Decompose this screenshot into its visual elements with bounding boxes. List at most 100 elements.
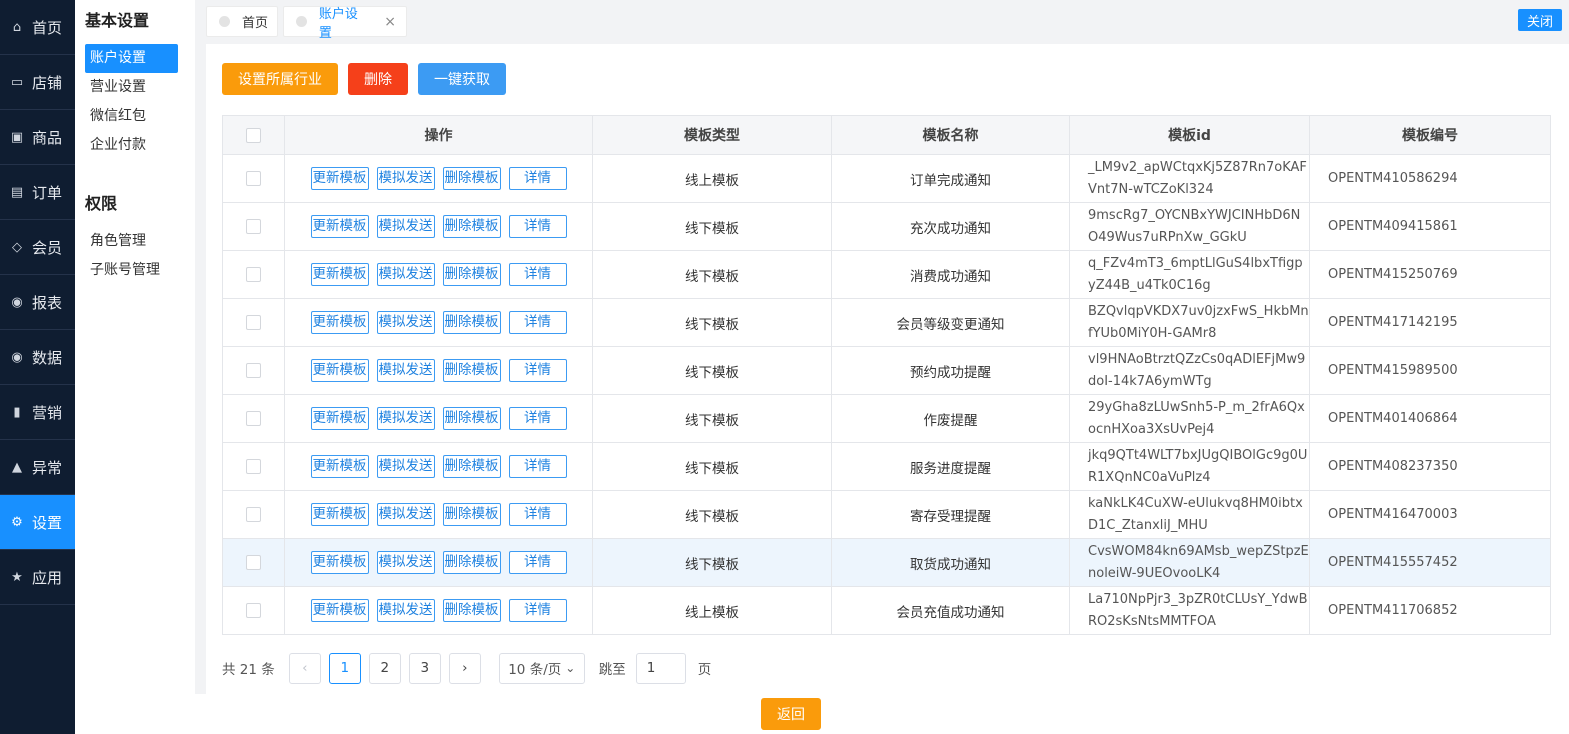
template-id-cell: q_FZv4mT3_6mptLlGuS4lbxTfigpyZ44B_u4Tk0C… <box>1069 250 1310 299</box>
update-template-button[interactable]: 更新模板 <box>310 455 369 478</box>
simulate-send-button[interactable]: 模拟发送 <box>376 263 435 286</box>
simulate-send-button[interactable]: 模拟发送 <box>376 455 435 478</box>
row-checkbox[interactable] <box>246 315 261 330</box>
detail-button[interactable]: 详情 <box>508 599 567 622</box>
row-checkbox[interactable] <box>246 363 261 378</box>
delete-template-button[interactable]: 删除模板 <box>442 455 501 478</box>
delete-button[interactable]: 删除 <box>348 63 408 95</box>
column-header-name: 模板名称 <box>831 115 1070 155</box>
detail-button[interactable]: 详情 <box>508 359 567 382</box>
update-template-button[interactable]: 更新模板 <box>310 167 369 190</box>
table-row[interactable]: 更新模板 模拟发送 删除模板 详情 线下模板 取货成功通知 CvsWOM84kn69AMsb… <box>222 538 1551 587</box>
table-row[interactable]: 更新模板 模拟发送 删除模板 详情 线下模板 作废提醒 29yGha8zLUwSnh5-P_… <box>222 394 1551 443</box>
detail-button[interactable]: 详情 <box>508 311 567 334</box>
submenu-item[interactable]: 子账号管理 <box>75 256 195 285</box>
prev-page-button[interactable]: ‹ <box>288 652 321 684</box>
simulate-send-button[interactable]: 模拟发送 <box>376 599 435 622</box>
nav-item-9[interactable]: ⚙ 设置 <box>0 495 75 550</box>
table-row[interactable]: 更新模板 模拟发送 删除模板 详情 线上模板 会员充值成功通知 La710NpPjr3_3p… <box>222 586 1551 635</box>
row-actions-cell: 更新模板 模拟发送 删除模板 详情 <box>284 154 593 203</box>
submenu-item[interactable]: 营业设置 <box>75 73 195 102</box>
nav-item-6[interactable]: ◉ 数据 <box>0 330 75 385</box>
update-template-button[interactable]: 更新模板 <box>310 215 369 238</box>
page-button[interactable]: 3 <box>408 652 441 684</box>
tab-home[interactable]: 首页 <box>206 6 278 37</box>
update-template-button[interactable]: 更新模板 <box>310 503 369 526</box>
nav-item-7[interactable]: ▮ 营销 <box>0 385 75 440</box>
table-row[interactable]: 更新模板 模拟发送 删除模板 详情 线下模板 服务进度提醒 jkq9QTt4WLT7bxJU… <box>222 442 1551 491</box>
row-checkbox[interactable] <box>246 555 261 570</box>
table-row[interactable]: 更新模板 模拟发送 删除模板 详情 线下模板 消费成功通知 q_FZv4mT3_6mptLl… <box>222 250 1551 299</box>
detail-button[interactable]: 详情 <box>508 263 567 286</box>
jump-page-input[interactable] <box>635 652 686 684</box>
detail-button[interactable]: 详情 <box>508 551 567 574</box>
fetch-all-button[interactable]: 一键获取 <box>418 63 506 95</box>
page-size-select[interactable]: 10 条/页 ⌄ <box>498 652 585 684</box>
submenu-item[interactable]: 微信红包 <box>75 102 195 131</box>
delete-template-button[interactable]: 删除模板 <box>442 407 501 430</box>
nav-item-2[interactable]: ▣ 商品 <box>0 110 75 165</box>
delete-template-button[interactable]: 删除模板 <box>442 167 501 190</box>
row-checkbox[interactable] <box>246 507 261 522</box>
close-button[interactable]: 关闭 <box>1518 9 1562 31</box>
detail-button[interactable]: 详情 <box>508 503 567 526</box>
update-template-button[interactable]: 更新模板 <box>310 551 369 574</box>
table-row[interactable]: 更新模板 模拟发送 删除模板 详情 线下模板 充次成功通知 9mscRg7_OYCNBxYW… <box>222 202 1551 251</box>
update-template-button[interactable]: 更新模板 <box>310 599 369 622</box>
next-page-button[interactable]: › <box>448 652 481 684</box>
page-button[interactable]: 1 <box>328 652 361 684</box>
delete-template-button[interactable]: 删除模板 <box>442 263 501 286</box>
row-checkbox[interactable] <box>246 267 261 282</box>
select-all-checkbox[interactable] <box>246 127 261 143</box>
delete-template-button[interactable]: 删除模板 <box>442 359 501 382</box>
nav-item-0[interactable]: ⌂ 首页 <box>0 0 75 55</box>
nav-item-10[interactable]: ★ 应用 <box>0 550 75 605</box>
submenu-item[interactable]: 角色管理 <box>75 227 195 256</box>
template-id-cell: CvsWOM84kn69AMsb_wepZStpzEnoleiW-9UEOvoo… <box>1069 538 1310 587</box>
update-template-button[interactable]: 更新模板 <box>310 311 369 334</box>
simulate-send-button[interactable]: 模拟发送 <box>376 311 435 334</box>
submenu-item[interactable]: 账户设置 <box>85 44 178 73</box>
simulate-send-button[interactable]: 模拟发送 <box>376 167 435 190</box>
page-button[interactable]: 2 <box>368 652 401 684</box>
nav-item-5[interactable]: ◉ 报表 <box>0 275 75 330</box>
simulate-send-button[interactable]: 模拟发送 <box>376 503 435 526</box>
detail-button[interactable]: 详情 <box>508 455 567 478</box>
table-row[interactable]: 更新模板 模拟发送 删除模板 详情 线上模板 订单完成通知 _LM9v2_apWCtqxKj… <box>222 154 1551 203</box>
delete-template-button[interactable]: 删除模板 <box>442 311 501 334</box>
row-checkbox[interactable] <box>246 603 261 618</box>
order-icon: ▤ <box>10 184 24 200</box>
nav-item-label: 首页 <box>32 18 63 37</box>
row-checkbox[interactable] <box>246 411 261 426</box>
update-template-button[interactable]: 更新模板 <box>310 407 369 430</box>
nav-item-4[interactable]: ◇ 会员 <box>0 220 75 275</box>
nav-item-1[interactable]: ▭ 店铺 <box>0 55 75 110</box>
simulate-send-button[interactable]: 模拟发送 <box>376 359 435 382</box>
delete-template-button[interactable]: 删除模板 <box>442 551 501 574</box>
update-template-button[interactable]: 更新模板 <box>310 359 369 382</box>
tab-account-settings[interactable]: 账户设置 × <box>283 6 407 41</box>
close-icon[interactable]: × <box>384 14 396 30</box>
nav-item-3[interactable]: ▤ 订单 <box>0 165 75 220</box>
delete-template-button[interactable]: 删除模板 <box>442 215 501 238</box>
row-checkbox[interactable] <box>246 459 261 474</box>
table-row[interactable]: 更新模板 模拟发送 删除模板 详情 线下模板 寄存受理提醒 kaNkLK4CuXW-eUlu… <box>222 490 1551 539</box>
simulate-send-button[interactable]: 模拟发送 <box>376 551 435 574</box>
delete-template-button[interactable]: 删除模板 <box>442 599 501 622</box>
submenu-item[interactable]: 企业付款 <box>75 131 195 160</box>
back-button[interactable]: 返回 <box>761 698 821 730</box>
set-industry-button[interactable]: 设置所属行业 <box>222 63 338 95</box>
row-checkbox[interactable] <box>246 219 261 234</box>
detail-button[interactable]: 详情 <box>508 167 567 190</box>
simulate-send-button[interactable]: 模拟发送 <box>376 407 435 430</box>
detail-button[interactable]: 详情 <box>508 215 567 238</box>
table-row[interactable]: 更新模板 模拟发送 删除模板 详情 线下模板 会员等级变更通知 BZQvlqpVKDX7uv… <box>222 298 1551 347</box>
table-row[interactable]: 更新模板 模拟发送 删除模板 详情 线下模板 预约成功提醒 vl9HNAoBtrztQZzC… <box>222 346 1551 395</box>
delete-template-button[interactable]: 删除模板 <box>442 503 501 526</box>
nav-item-8[interactable]: ▲ 异常 <box>0 440 75 495</box>
detail-button[interactable]: 详情 <box>508 407 567 430</box>
simulate-send-button[interactable]: 模拟发送 <box>376 215 435 238</box>
nav-item-label: 应用 <box>32 568 63 587</box>
row-checkbox[interactable] <box>246 171 261 186</box>
update-template-button[interactable]: 更新模板 <box>310 263 369 286</box>
